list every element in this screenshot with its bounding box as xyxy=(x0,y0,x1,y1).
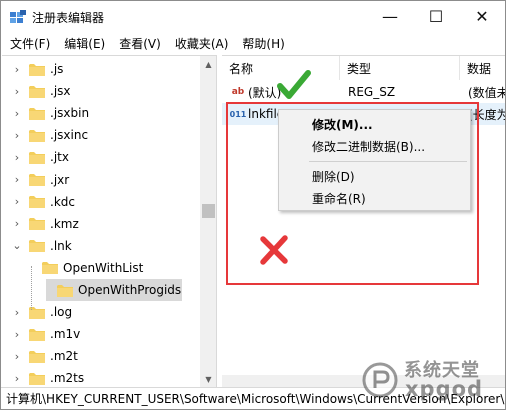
tree-item-label: .js xyxy=(50,62,64,76)
menu-view[interactable]: 查看(V) xyxy=(112,35,168,52)
context-rename[interactable]: 重命名(R) xyxy=(279,187,470,209)
folder-icon xyxy=(29,195,45,209)
tree-item-label: .m1v xyxy=(50,327,81,342)
tree-item[interactable]: › .jsx xyxy=(2,80,200,102)
folder-icon xyxy=(29,151,45,164)
chevron-right-icon[interactable]: › xyxy=(11,350,23,363)
chevron-down-icon[interactable]: ⌄ xyxy=(11,239,23,252)
chevron-right-icon[interactable]: › xyxy=(11,217,23,230)
key-tree-pane: › .js › .jsx › .jsxbin › .jsxinc › .jtx › .jxr › .kdc… xyxy=(2,55,217,387)
chevron-right-icon[interactable]: › xyxy=(11,306,23,319)
tree-item-label: .jtx xyxy=(50,150,69,165)
chevron-right-icon[interactable]: › xyxy=(11,85,23,98)
folder-icon xyxy=(57,284,73,297)
tree-item-label: .jsxinc xyxy=(50,128,89,143)
context-modify[interactable]: 修改(M)... xyxy=(279,113,470,135)
menu-help[interactable]: 帮助(H) xyxy=(235,35,291,52)
value-row[interactable]: ab (默认) REG_SZ (数值未 xyxy=(222,81,505,103)
check-icon xyxy=(277,70,311,100)
tree-item-label: .jsx xyxy=(50,84,71,99)
title-bar: 注册表编辑器 — ☐ ✕ xyxy=(1,1,505,32)
regedit-window: 注册表编辑器 — ☐ ✕ 文件(F) 编辑(E) 查看(V) 收藏夹(A) 帮助… xyxy=(0,0,506,410)
menu-bar: 文件(F) 编辑(E) 查看(V) 收藏夹(A) 帮助(H) xyxy=(1,32,505,54)
folder-icon xyxy=(29,85,45,98)
maximize-button[interactable]: ☐ xyxy=(413,1,459,32)
window-title: 注册表编辑器 xyxy=(32,11,105,25)
menu-favorites[interactable]: 收藏夹(A) xyxy=(168,35,236,52)
folder-icon xyxy=(29,350,45,363)
tree-item-label: OpenWithList xyxy=(63,260,144,275)
tree-item-label: .lnk xyxy=(50,238,72,253)
tree-item-label: .jxr xyxy=(50,172,70,187)
watermark-logo-icon xyxy=(361,361,399,399)
tree-item[interactable]: › .kdc xyxy=(2,191,200,213)
chevron-right-icon[interactable]: › xyxy=(11,129,23,142)
chevron-right-icon[interactable]: › xyxy=(11,63,23,76)
string-value-icon: ab xyxy=(231,87,245,97)
tree-item[interactable]: › .m1v xyxy=(2,323,200,345)
context-menu: 修改(M)... 修改二进制数据(B)... 删除(D) 重命名(R) xyxy=(278,109,471,211)
tree-item-label: .log xyxy=(50,305,73,320)
tree-item[interactable]: › .jsxinc xyxy=(2,124,200,146)
minimize-button[interactable]: — xyxy=(367,1,413,32)
folder-icon xyxy=(42,261,58,275)
context-delete[interactable]: 删除(D) xyxy=(279,165,470,187)
chevron-right-icon[interactable]: › xyxy=(11,107,23,120)
tree-item-label: .m2ts xyxy=(50,371,85,386)
value-data: (数值未 xyxy=(468,85,505,100)
column-header-type[interactable]: 类型 xyxy=(340,56,460,80)
folder-icon xyxy=(29,328,45,341)
tree-item-label: OpenWithProgids xyxy=(78,283,182,297)
column-header-data[interactable]: 数据 xyxy=(460,56,505,80)
watermark-text: xpgod xyxy=(405,377,484,401)
scroll-down-icon[interactable]: ▼ xyxy=(200,371,216,387)
folder-icon xyxy=(29,217,45,231)
tree-item[interactable]: › .jtx xyxy=(2,146,200,168)
tree-item-label: .kdc xyxy=(50,194,75,209)
tree-item[interactable]: › .jsxbin xyxy=(2,102,200,124)
tree-connector xyxy=(31,266,32,310)
regedit-icon xyxy=(10,10,26,24)
chevron-right-icon[interactable]: › xyxy=(11,328,23,341)
chevron-right-icon[interactable]: › xyxy=(11,173,23,186)
folder-icon xyxy=(29,107,45,120)
tree-item[interactable]: › .js xyxy=(2,58,200,80)
folder-icon xyxy=(29,129,45,142)
chevron-right-icon[interactable]: › xyxy=(11,195,23,208)
scroll-thumb[interactable] xyxy=(202,204,215,218)
tree-item-label: .m2t xyxy=(50,349,78,364)
context-modify-binary[interactable]: 修改二进制数据(B)... xyxy=(279,135,470,157)
menu-file[interactable]: 文件(F) xyxy=(3,35,57,52)
tree-item[interactable]: › .kmz xyxy=(2,213,200,235)
tree-item-label: .jsxbin xyxy=(50,106,90,121)
tree-item[interactable]: › .m2t xyxy=(2,345,200,367)
tree-item[interactable]: OpenWithProgids xyxy=(46,279,182,301)
menu-edit[interactable]: 编辑(E) xyxy=(57,35,112,52)
tree-vertical-scrollbar[interactable]: ▲ ▼ xyxy=(200,56,216,387)
tree-item[interactable]: › .jxr xyxy=(2,169,200,191)
cross-icon xyxy=(257,233,291,267)
close-button[interactable]: ✕ xyxy=(459,1,505,32)
scroll-up-icon[interactable]: ▲ xyxy=(200,56,216,73)
tree-item[interactable]: ⌄ .lnk xyxy=(2,235,200,257)
chevron-right-icon[interactable]: › xyxy=(11,372,23,385)
context-separator xyxy=(309,161,467,162)
folder-icon xyxy=(29,372,45,385)
folder-icon xyxy=(29,239,45,253)
folder-icon xyxy=(29,63,45,76)
tree-item[interactable]: › .m2ts xyxy=(2,367,200,387)
value-type: REG_SZ xyxy=(348,85,396,99)
folder-icon xyxy=(29,173,45,186)
tree-item-label: .kmz xyxy=(50,216,79,231)
chevron-right-icon[interactable]: › xyxy=(11,151,23,164)
